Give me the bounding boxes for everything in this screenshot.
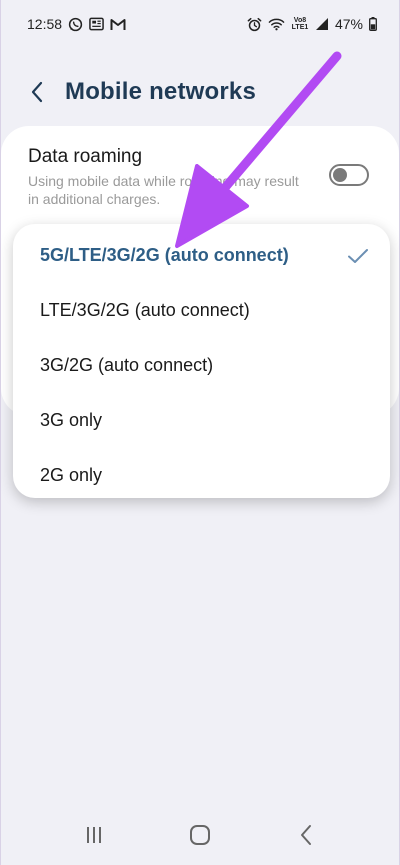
status-time: 12:58 bbox=[27, 16, 63, 32]
network-option-3g-2g[interactable]: 3G/2G (auto connect) bbox=[13, 338, 390, 393]
battery-icon bbox=[369, 17, 377, 31]
network-mode-popup: 5G/LTE/3G/2G (auto connect) LTE/3G/2G (a… bbox=[13, 224, 390, 498]
network-option-2g-only[interactable]: 2G only bbox=[13, 448, 390, 503]
nav-back-button[interactable] bbox=[276, 813, 336, 857]
network-option-label: 5G/LTE/3G/2G (auto connect) bbox=[40, 245, 289, 265]
back-button[interactable] bbox=[17, 72, 57, 112]
alarm-icon bbox=[247, 17, 262, 32]
app-bar: Mobile networks bbox=[1, 62, 399, 122]
data-roaming-row[interactable]: Data roaming Using mobile data while roa… bbox=[1, 126, 399, 212]
whatsapp-icon bbox=[68, 17, 83, 32]
signal-icon bbox=[315, 17, 329, 31]
network-option-label: 3G only bbox=[40, 410, 103, 430]
chevron-left-icon bbox=[31, 81, 43, 103]
network-option-label: 2G only bbox=[40, 465, 103, 485]
check-icon bbox=[348, 248, 368, 263]
network-option-3g-only[interactable]: 3G only bbox=[13, 393, 390, 448]
news-icon bbox=[89, 17, 104, 31]
network-option-5g-lte-3g-2g[interactable]: 5G/LTE/3G/2G (auto connect) bbox=[13, 228, 390, 283]
network-option-label: 3G/2G (auto connect) bbox=[40, 355, 214, 375]
status-left: 12:58 bbox=[27, 16, 126, 32]
back-icon bbox=[301, 825, 311, 845]
recents-icon bbox=[87, 827, 101, 843]
wifi-icon bbox=[268, 17, 285, 31]
data-roaming-description: Using mobile data while roaming may resu… bbox=[28, 173, 299, 207]
gmail-icon bbox=[110, 18, 126, 31]
data-roaming-title: Data roaming bbox=[28, 146, 143, 167]
recents-button[interactable] bbox=[64, 813, 124, 857]
status-right: Vo8 LTE1 47% bbox=[247, 16, 377, 32]
navigation-bar bbox=[1, 805, 399, 865]
status-bar: 12:58 Vo8 LTE1 47% bbox=[1, 0, 399, 48]
toggle-knob bbox=[333, 168, 347, 182]
page-title: Mobile networks bbox=[65, 78, 257, 105]
lte-indicator: Vo8 LTE1 bbox=[291, 17, 309, 31]
data-roaming-toggle[interactable] bbox=[329, 164, 369, 186]
battery-percentage: 47% bbox=[334, 16, 363, 32]
network-option-lte-3g-2g[interactable]: LTE/3G/2G (auto connect) bbox=[13, 283, 390, 338]
home-icon bbox=[190, 825, 210, 845]
home-button[interactable] bbox=[170, 813, 230, 857]
network-option-label: LTE/3G/2G (auto connect) bbox=[40, 300, 250, 320]
